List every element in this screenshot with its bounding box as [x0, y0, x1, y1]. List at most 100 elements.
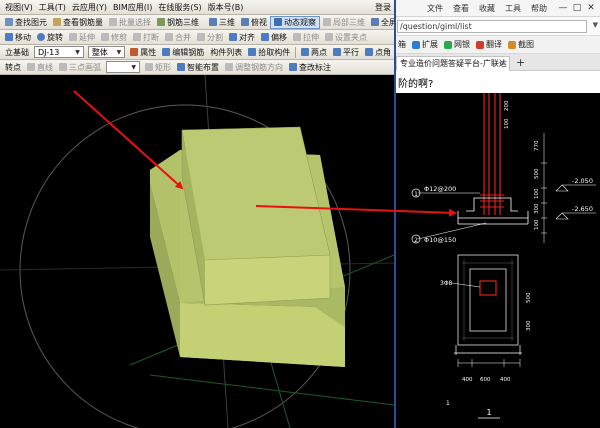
browser-menu-view[interactable]: 查看 [453, 3, 469, 14]
maximize-icon[interactable]: □ [571, 2, 583, 14]
chevron-down-icon: ▼ [131, 63, 136, 71]
arc-mode-select[interactable]: ▼ [106, 61, 140, 73]
dim-side-4: 300 [534, 203, 540, 214]
section-label: 1 [486, 408, 491, 417]
rectangle-button[interactable]: 矩形 [142, 61, 174, 74]
element-list-button[interactable]: 构件列表 [207, 46, 245, 59]
dim-side-3: 100 [534, 188, 540, 199]
top-view-icon [241, 18, 249, 26]
rotate-button[interactable]: 旋转 [34, 31, 66, 44]
bookmark-translate[interactable]: 翻译 [476, 39, 502, 50]
select-icon [109, 18, 117, 26]
point-angle-button[interactable]: 点角 [362, 46, 394, 59]
footing-detail-drawing: 1 Φ12@200 2 Φ10@150 -2.050 -2.650 770 50… [396, 93, 600, 428]
two-points-icon [301, 48, 310, 56]
menu-tools[interactable]: 工具(T) [36, 1, 69, 14]
menu-cloud[interactable]: 云应用(Y) [69, 1, 110, 14]
close-icon[interactable]: ✕ [585, 2, 597, 14]
bookmark-box[interactable]: 箱 [398, 39, 406, 50]
two-points-button[interactable]: 两点 [298, 46, 330, 59]
view-rebar-button[interactable]: 查看钢筋量 [50, 16, 106, 29]
new-tab-icon[interactable]: + [516, 56, 525, 69]
rebar-label-top: Φ12@200 [424, 185, 456, 193]
page-content: 阶的啊? [396, 71, 600, 93]
cube-icon [209, 18, 217, 26]
view-3d-button[interactable]: 三维 [206, 16, 238, 29]
top-view-button[interactable]: 俯视 [238, 16, 270, 29]
local-3d-button[interactable]: 局部三维 [320, 16, 368, 29]
ebank-icon [444, 40, 452, 49]
browser-menu-favorites[interactable]: 收藏 [479, 3, 495, 14]
split-icon [197, 33, 205, 41]
dim-side-1: 770 [534, 140, 540, 151]
set-point-button[interactable]: 设置夹点 [322, 31, 370, 44]
login-link[interactable]: 登录 [372, 1, 394, 14]
address-input[interactable]: /question/giml/list [397, 20, 587, 33]
bookmark-extensions[interactable]: 扩展 [412, 39, 438, 50]
adjust-direction-button[interactable]: 调整钢筋方向 [222, 61, 286, 74]
stretch-button[interactable]: 拉伸 [290, 31, 322, 44]
scope-select[interactable]: 整体 ▼ [87, 46, 126, 58]
translate-icon [476, 40, 484, 49]
orbit-icon [274, 18, 282, 26]
close-tab-icon[interactable]: ✕ [499, 57, 506, 70]
break-button[interactable]: 打断 [130, 31, 162, 44]
edit-rebar-button[interactable]: 编辑钢筋 [159, 46, 207, 59]
browser-menu-file[interactable]: 文件 [427, 3, 443, 14]
local-3d-icon [323, 18, 331, 26]
element-name-select[interactable]: DJ-13 ▼ [34, 46, 84, 58]
point-icon [325, 33, 333, 41]
extend-button[interactable]: 延伸 [66, 31, 98, 44]
move-button[interactable]: 移动 [2, 31, 34, 44]
trim-button[interactable]: 修剪 [98, 31, 130, 44]
3d-viewport[interactable] [0, 75, 394, 428]
browser-menu-help[interactable]: 帮助 [531, 3, 547, 14]
menu-bim[interactable]: BIM应用(I) [110, 1, 155, 14]
snap-point-button[interactable]: 转点 [2, 61, 24, 74]
browser-menu-tools[interactable]: 工具 [505, 3, 521, 14]
smart-layout-button[interactable]: 智能布置 [174, 61, 222, 74]
cad-application: 视图(V) 工具(T) 云应用(Y) BIM应用(I) 在线服务(S) 版本号(… [0, 0, 394, 428]
parallel-button[interactable]: 平行 [330, 46, 362, 59]
bookmark-screenshot[interactable]: 截图 [508, 39, 534, 50]
change-label-button[interactable]: 查改标注 [286, 61, 334, 74]
element-toolbar: 立基础 DJ-13 ▼ 整体 ▼ 属性 编辑钢筋 构件列表 拾取构件 两点 平行 点… [0, 45, 394, 60]
rectangle-icon [145, 63, 153, 71]
chevron-down-icon: ▼ [116, 48, 122, 56]
line-button[interactable]: 直线 [24, 61, 56, 74]
plan-rebar-mark: 3Φ8 [440, 280, 453, 287]
tab-strip: 专业造价问题答疑平台-广联达 ✕ + [396, 54, 600, 71]
tab-question-platform[interactable]: 专业造价问题答疑平台-广联达 ✕ [396, 56, 510, 71]
menu-version[interactable]: 版本号(B) [205, 1, 247, 14]
scissors-icon [508, 40, 516, 49]
menu-online-service[interactable]: 在线服务(S) [155, 1, 204, 14]
split-button[interactable]: 分割 [194, 31, 226, 44]
dim-right-2: 300 [526, 320, 532, 331]
label-icon [289, 63, 297, 71]
batch-select-button[interactable]: 批量选择 [106, 16, 154, 29]
minimize-icon[interactable]: — [557, 2, 569, 14]
search-icon [5, 18, 13, 26]
chevron-down-icon[interactable]: ▼ [593, 21, 598, 29]
line-icon [27, 63, 35, 71]
dynamic-view-button[interactable]: 动态观察 [270, 15, 320, 29]
offset-button[interactable]: 偏移 [258, 31, 290, 44]
fullscreen-button[interactable]: 全屏 [368, 16, 394, 29]
menu-view[interactable]: 视图(V) [2, 1, 36, 14]
merge-button[interactable]: 合并 [162, 31, 194, 44]
pick-element-button[interactable]: 拾取构件 [245, 46, 293, 59]
bubble-1-label: 1 [414, 191, 418, 198]
find-element-button[interactable]: 查找图元 [2, 16, 50, 29]
lower-label: 1 [446, 400, 450, 407]
rotate-icon [37, 33, 45, 41]
align-icon [229, 33, 237, 41]
window-controls: — □ ✕ [555, 2, 597, 14]
rebar-icon [53, 18, 61, 26]
align-button[interactable]: 对齐 [226, 31, 258, 44]
dim-top-1: 200 [504, 100, 510, 111]
arc-button[interactable]: 三点画弧 [56, 61, 104, 74]
properties-button[interactable]: 属性 [127, 46, 159, 59]
separator [295, 46, 297, 58]
rebar-3d-button[interactable]: 钢筋三维 [154, 16, 202, 29]
bookmark-ebank[interactable]: 网银 [444, 39, 470, 50]
